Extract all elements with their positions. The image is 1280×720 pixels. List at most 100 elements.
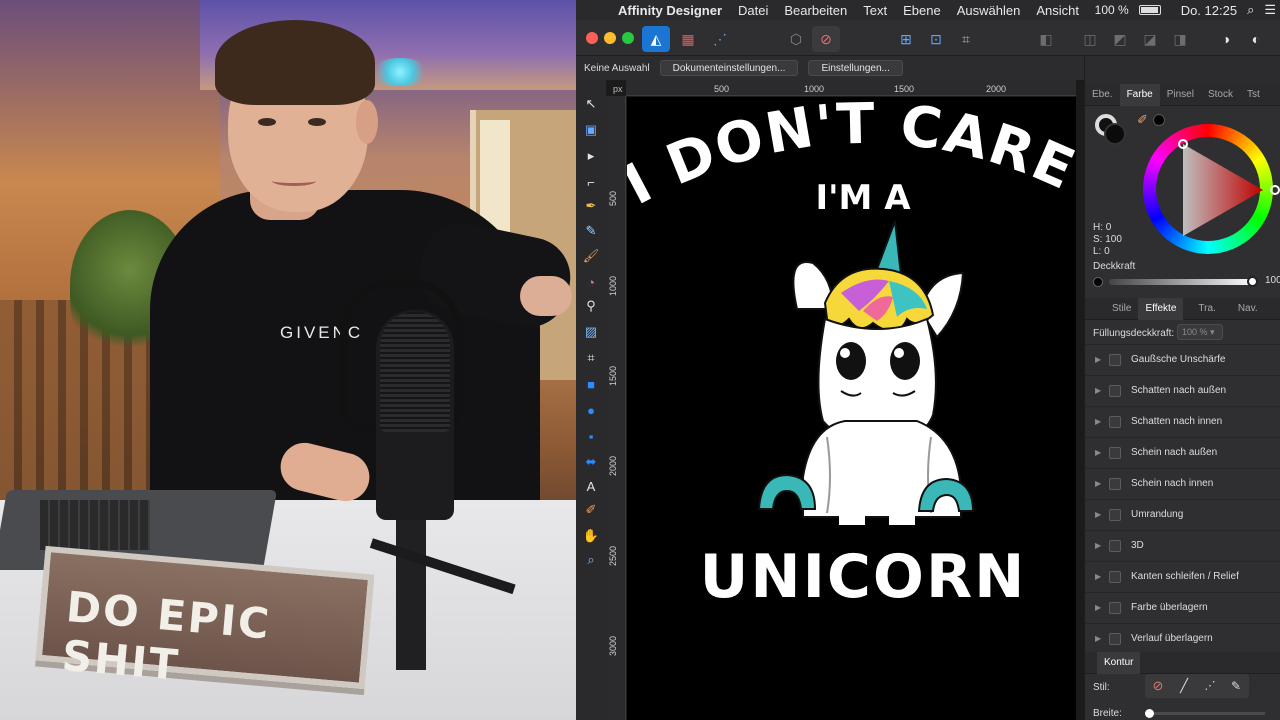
tab-styles[interactable]: Stile <box>1105 298 1138 320</box>
expand-arrow-icon[interactable]: ▶ <box>1095 479 1109 488</box>
tab-color[interactable]: Farbe <box>1119 83 1160 106</box>
boolean-intersect-icon[interactable]: ◪ <box>1136 26 1164 52</box>
pencil-tool-icon[interactable]: ✎ <box>583 223 599 239</box>
brush-stroke-icon[interactable]: ✎ <box>1223 674 1249 698</box>
effect-checkbox[interactable] <box>1109 384 1121 397</box>
expand-arrow-icon[interactable]: ▶ <box>1095 386 1109 395</box>
effect-row[interactable]: ▶ Umrandung <box>1085 499 1280 529</box>
menu-text[interactable]: Text <box>863 3 887 18</box>
effect-checkbox[interactable] <box>1109 508 1121 521</box>
menu-auswaehlen[interactable]: Auswählen <box>957 3 1021 18</box>
tab-transform[interactable]: Tra. <box>1191 298 1222 320</box>
opacity-value[interactable]: 100 <box>1265 275 1280 286</box>
no-stroke-icon[interactable]: ⊘ <box>1145 674 1171 698</box>
insert-behind-icon[interactable]: ◐ <box>1242 26 1270 52</box>
clock[interactable]: Do. 12:25 <box>1181 3 1237 18</box>
expand-arrow-icon[interactable]: ▶ <box>1095 603 1109 612</box>
effect-row[interactable]: ▶ Schein nach innen <box>1085 468 1280 498</box>
effect-row[interactable]: ▶ Schatten nach innen <box>1085 406 1280 436</box>
tab-effects[interactable]: Effekte <box>1138 297 1184 320</box>
close-window-button[interactable] <box>586 32 598 44</box>
boolean-subtract-icon[interactable]: ◩ <box>1106 26 1134 52</box>
minimize-window-button[interactable] <box>604 32 616 44</box>
effect-row[interactable]: ▶ Schein nach außen <box>1085 437 1280 467</box>
effect-row[interactable]: ▶ Gaußsche Unschärfe <box>1085 344 1280 374</box>
effect-checkbox[interactable] <box>1109 446 1121 459</box>
designer-persona-icon[interactable]: ◭ <box>642 26 670 52</box>
boolean-add-icon[interactable]: ◫ <box>1076 26 1104 52</box>
dashed-stroke-icon[interactable]: ⋰ <box>1197 674 1223 698</box>
brush-tool-icon[interactable]: 🖌 <box>583 248 600 264</box>
effect-checkbox[interactable] <box>1109 477 1121 490</box>
assistant-icon[interactable]: ⬡ <box>782 26 810 52</box>
expand-arrow-icon[interactable]: ▶ <box>1095 541 1109 550</box>
document-settings-button[interactable]: Dokumenteinstellungen... <box>659 60 799 76</box>
expand-arrow-icon[interactable]: ▶ <box>1095 572 1109 581</box>
fill-stroke-swatch[interactable] <box>1095 114 1126 145</box>
solid-stroke-icon[interactable]: ╱ <box>1171 674 1197 698</box>
menu-list-icon[interactable]: ☰ <box>1264 2 1276 18</box>
transform-box-icon[interactable]: ⌗ <box>952 26 980 52</box>
transparency-tool-icon[interactable]: ⚲ <box>583 298 599 314</box>
expand-arrow-icon[interactable]: ▶ <box>1095 510 1109 519</box>
rounded-rect-tool-icon[interactable]: ▪ <box>583 428 599 444</box>
search-icon[interactable]: ⌕ <box>1247 2 1254 18</box>
effect-checkbox[interactable] <box>1109 415 1121 428</box>
effect-row[interactable]: ▶ Farbe überlagern <box>1085 592 1280 622</box>
effect-checkbox[interactable] <box>1109 570 1121 583</box>
expand-arrow-icon[interactable]: ▶ <box>1095 634 1109 643</box>
effect-checkbox[interactable] <box>1109 632 1121 645</box>
tab-text-styles[interactable]: Tst <box>1240 84 1267 106</box>
menu-ebene[interactable]: Ebene <box>903 3 941 18</box>
effect-row[interactable]: ▶ Verlauf überlagern <box>1085 623 1280 653</box>
hsl-color-wheel[interactable] <box>1143 124 1280 254</box>
align-box-icon[interactable]: ⊡ <box>922 26 950 52</box>
tab-stock[interactable]: Stock <box>1201 84 1240 106</box>
expand-arrow-icon[interactable]: ▶ <box>1095 448 1109 457</box>
shape-tool-icon[interactable]: ⬌ <box>583 454 599 470</box>
zoom-window-button[interactable] <box>622 32 634 44</box>
menu-datei[interactable]: Datei <box>738 3 768 18</box>
effect-row[interactable]: ▶ Kanten schleifen / Relief <box>1085 561 1280 591</box>
corner-tool-icon[interactable]: ⌐ <box>583 174 599 190</box>
insert-inside-icon[interactable]: ◑ <box>1212 26 1240 52</box>
text-tool-icon[interactable]: A <box>583 478 599 494</box>
menu-bearbeiten[interactable]: Bearbeiten <box>784 3 847 18</box>
document-canvas[interactable]: I DON'T CARE I'M A <box>627 97 1076 720</box>
place-image-icon[interactable]: ▨ <box>583 324 599 340</box>
node-tool-icon[interactable]: ▸ <box>583 148 599 164</box>
zoom-tool-icon[interactable]: ⌕ <box>583 552 599 568</box>
move-tool-icon[interactable]: ↖ <box>583 96 599 112</box>
tab-stroke[interactable]: Kontur <box>1097 651 1141 674</box>
color-triangle[interactable] <box>1143 124 1280 254</box>
fill-tool-icon[interactable]: ◔ <box>583 274 599 290</box>
effect-row[interactable]: ▶ Schatten nach außen <box>1085 375 1280 405</box>
arrange-back-icon[interactable]: ◧ <box>1032 26 1060 52</box>
tab-layers[interactable]: Ebe. <box>1085 84 1120 106</box>
boolean-xor-icon[interactable]: ◨ <box>1166 26 1194 52</box>
align-grid-icon[interactable]: ⊞ <box>892 26 920 52</box>
settings-button[interactable]: Einstellungen... <box>808 60 903 76</box>
battery-icon[interactable] <box>1138 5 1161 15</box>
color-picker-icon[interactable]: ✐ <box>583 502 599 518</box>
fill-opacity-field[interactable]: 100 % ▾ <box>1177 324 1223 340</box>
opacity-slider[interactable] <box>1093 275 1259 289</box>
expand-arrow-icon[interactable]: ▶ <box>1095 417 1109 426</box>
hand-tool-icon[interactable]: ✋ <box>583 528 599 544</box>
crop-tool-icon[interactable]: ⌗ <box>583 350 599 366</box>
effect-checkbox[interactable] <box>1109 601 1121 614</box>
pen-tool-icon[interactable]: ✒ <box>583 198 599 214</box>
expand-arrow-icon[interactable]: ▶ <box>1095 355 1109 364</box>
tab-brushes[interactable]: Pinsel <box>1160 84 1201 106</box>
artboard-tool-icon[interactable]: ▣ <box>583 122 599 138</box>
ellipse-tool-icon[interactable]: ● <box>583 402 599 418</box>
export-persona-icon[interactable]: ⋰ <box>706 26 734 52</box>
menu-ansicht[interactable]: Ansicht <box>1036 3 1079 18</box>
rectangle-tool-icon[interactable]: ■ <box>583 376 599 392</box>
pixel-persona-icon[interactable]: ▦ <box>674 26 702 52</box>
app-menu[interactable]: Affinity Designer <box>618 3 722 18</box>
stroke-width-slider[interactable] <box>1145 709 1265 718</box>
snapping-icon[interactable]: ⊘ <box>812 26 840 52</box>
effect-row[interactable]: ▶ 3D <box>1085 530 1280 560</box>
effect-checkbox[interactable] <box>1109 539 1121 552</box>
